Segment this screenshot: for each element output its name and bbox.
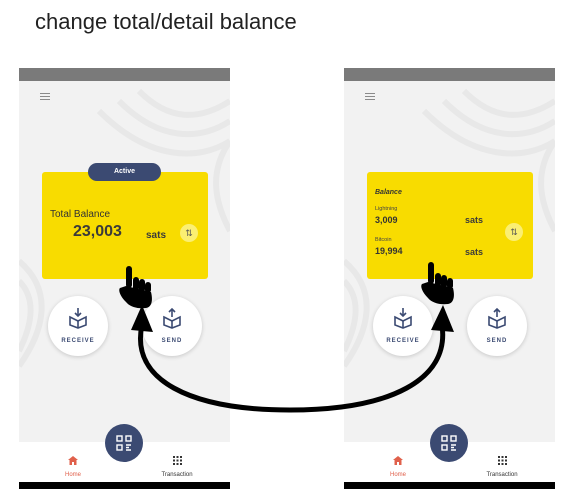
transition-arrow [131, 305, 454, 413]
pointer-hand-icon [421, 262, 454, 305]
pointer-hand-icon [119, 266, 152, 309]
